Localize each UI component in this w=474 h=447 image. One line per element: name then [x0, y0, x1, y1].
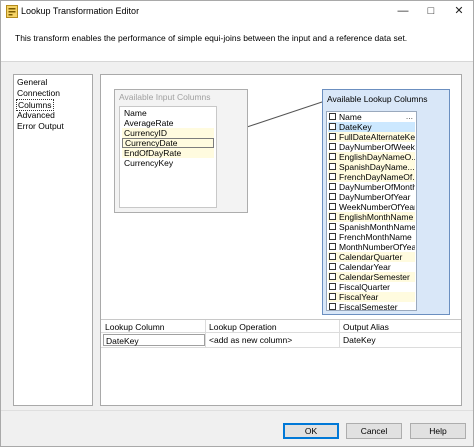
- grid-cell-lookup-operation[interactable]: <add as new column>: [209, 334, 292, 346]
- nav-list: General Connection Columns Advanced Erro…: [13, 74, 93, 406]
- grid-header-output-alias[interactable]: Output Alias: [343, 322, 389, 332]
- input-name-header: Name: [124, 108, 147, 118]
- lookup-column-item[interactable]: SpanishDayName...: [328, 162, 415, 172]
- grid-header-lookup-column[interactable]: Lookup Column: [105, 322, 165, 332]
- grid-header-lookup-operation[interactable]: Lookup Operation: [209, 322, 277, 332]
- lookup-column-item[interactable]: DateKey: [328, 122, 415, 132]
- lookup-column-item[interactable]: MonthNumberOfYear: [328, 242, 415, 252]
- editor-content: General Connection Columns Advanced Erro…: [1, 62, 473, 410]
- input-column-item[interactable]: AverageRate: [122, 118, 214, 128]
- lookup-columns-grid: Lookup Column Lookup Operation Output Al…: [101, 319, 461, 405]
- nav-item-advanced[interactable]: Advanced: [16, 110, 56, 120]
- column-checkbox[interactable]: [329, 213, 336, 220]
- lookup-column-item[interactable]: FrenchMonthName: [328, 232, 415, 242]
- lookup-column-item[interactable]: FiscalSemester: [328, 302, 415, 310]
- lookup-column-item[interactable]: FrenchDayNameOf...: [328, 172, 415, 182]
- lookup-column-item[interactable]: CalendarQuarter: [328, 252, 415, 262]
- lookup-column-item[interactable]: FiscalQuarter: [328, 282, 415, 292]
- column-checkbox[interactable]: [329, 273, 336, 280]
- nav-item-connection[interactable]: Connection: [16, 88, 61, 98]
- lookup-columns-header: Available Lookup Columns: [327, 94, 428, 104]
- column-divider: [205, 320, 206, 348]
- ssis-transform-icon: [6, 5, 18, 18]
- grid-cell-output-alias[interactable]: DateKey: [343, 334, 376, 346]
- column-checkbox[interactable]: [329, 133, 336, 140]
- column-divider: [339, 320, 340, 348]
- lookup-name-header: Name: [339, 112, 362, 122]
- grid-cell-lookup-column[interactable]: DateKey: [103, 334, 205, 346]
- lookup-columns-list[interactable]: Name ... DateKey FullDateAlternateKey Da…: [326, 111, 417, 311]
- select-all-checkbox[interactable]: [329, 113, 336, 120]
- description-area: This transform enables the performance o…: [1, 23, 473, 61]
- column-checkbox[interactable]: [329, 293, 336, 300]
- maximize-button[interactable]: □: [417, 1, 445, 23]
- title-bar[interactable]: Lookup Transformation Editor — □ ✕: [1, 1, 473, 23]
- lookup-column-item[interactable]: DayNumberOfWeek: [328, 142, 415, 152]
- ok-button[interactable]: OK: [283, 423, 339, 439]
- column-checkbox[interactable]: [329, 283, 336, 290]
- input-column-item[interactable]: CurrencyID: [122, 128, 214, 138]
- column-checkbox[interactable]: [329, 243, 336, 250]
- columns-panel: Available Input Columns Name AverageRate…: [100, 74, 462, 406]
- lookup-transformation-editor-window: Lookup Transformation Editor — □ ✕ This …: [0, 0, 474, 447]
- description-text: This transform enables the performance o…: [15, 33, 408, 43]
- column-checkbox[interactable]: [329, 123, 336, 130]
- column-checkbox[interactable]: [329, 203, 336, 210]
- minimize-button[interactable]: —: [389, 1, 417, 23]
- window-title: Lookup Transformation Editor: [21, 6, 140, 16]
- available-input-columns-box[interactable]: Available Input Columns Name AverageRate…: [114, 89, 248, 213]
- lookup-column-item[interactable]: EnglishDayNameO...: [328, 152, 415, 162]
- lookup-column-item[interactable]: EnglishMonthName: [328, 212, 415, 222]
- lookup-name-header-row: Name ...: [328, 112, 415, 122]
- column-checkbox[interactable]: [329, 153, 336, 160]
- column-checkbox[interactable]: [329, 253, 336, 260]
- input-columns-list[interactable]: Name AverageRate CurrencyID CurrencyDate…: [119, 106, 217, 208]
- lookup-column-item[interactable]: SpanishMonthName: [328, 222, 415, 232]
- lookup-column-item[interactable]: FiscalYear: [328, 292, 415, 302]
- header-ellipsis: ...: [405, 112, 413, 121]
- column-checkbox[interactable]: [329, 163, 336, 170]
- available-lookup-columns-box[interactable]: Available Lookup Columns Name ... DateKe…: [322, 89, 450, 315]
- column-checkbox[interactable]: [329, 183, 336, 190]
- help-button[interactable]: Help: [410, 423, 466, 439]
- input-column-item[interactable]: CurrencyKey: [122, 158, 214, 168]
- input-columns-header: Available Input Columns: [119, 92, 211, 102]
- button-bar: OK Cancel Help: [1, 410, 473, 446]
- header-divider: [101, 332, 461, 333]
- column-checkbox[interactable]: [329, 223, 336, 230]
- column-checkbox[interactable]: [329, 233, 336, 240]
- lookup-column-item[interactable]: FullDateAlternateKey: [328, 132, 415, 142]
- input-column-item[interactable]: CurrencyDate: [122, 138, 214, 148]
- lookup-column-item[interactable]: CalendarSemester: [328, 272, 415, 282]
- nav-item-general[interactable]: General: [16, 77, 48, 87]
- row-divider: [101, 347, 461, 348]
- nav-item-error-output[interactable]: Error Output: [16, 121, 65, 131]
- column-checkbox[interactable]: [329, 263, 336, 270]
- column-checkbox[interactable]: [329, 193, 336, 200]
- lookup-column-item[interactable]: WeekNumberOfYear: [328, 202, 415, 212]
- close-button[interactable]: ✕: [445, 1, 473, 23]
- column-checkbox[interactable]: [329, 173, 336, 180]
- column-checkbox[interactable]: [329, 303, 336, 310]
- column-checkbox[interactable]: [329, 143, 336, 150]
- lookup-column-item[interactable]: DayNumberOfMonth: [328, 182, 415, 192]
- lookup-column-item[interactable]: CalendarYear: [328, 262, 415, 272]
- lookup-column-item[interactable]: DayNumberOfYear: [328, 192, 415, 202]
- cancel-button[interactable]: Cancel: [346, 423, 402, 439]
- input-column-item[interactable]: EndOfDayRate: [122, 148, 214, 158]
